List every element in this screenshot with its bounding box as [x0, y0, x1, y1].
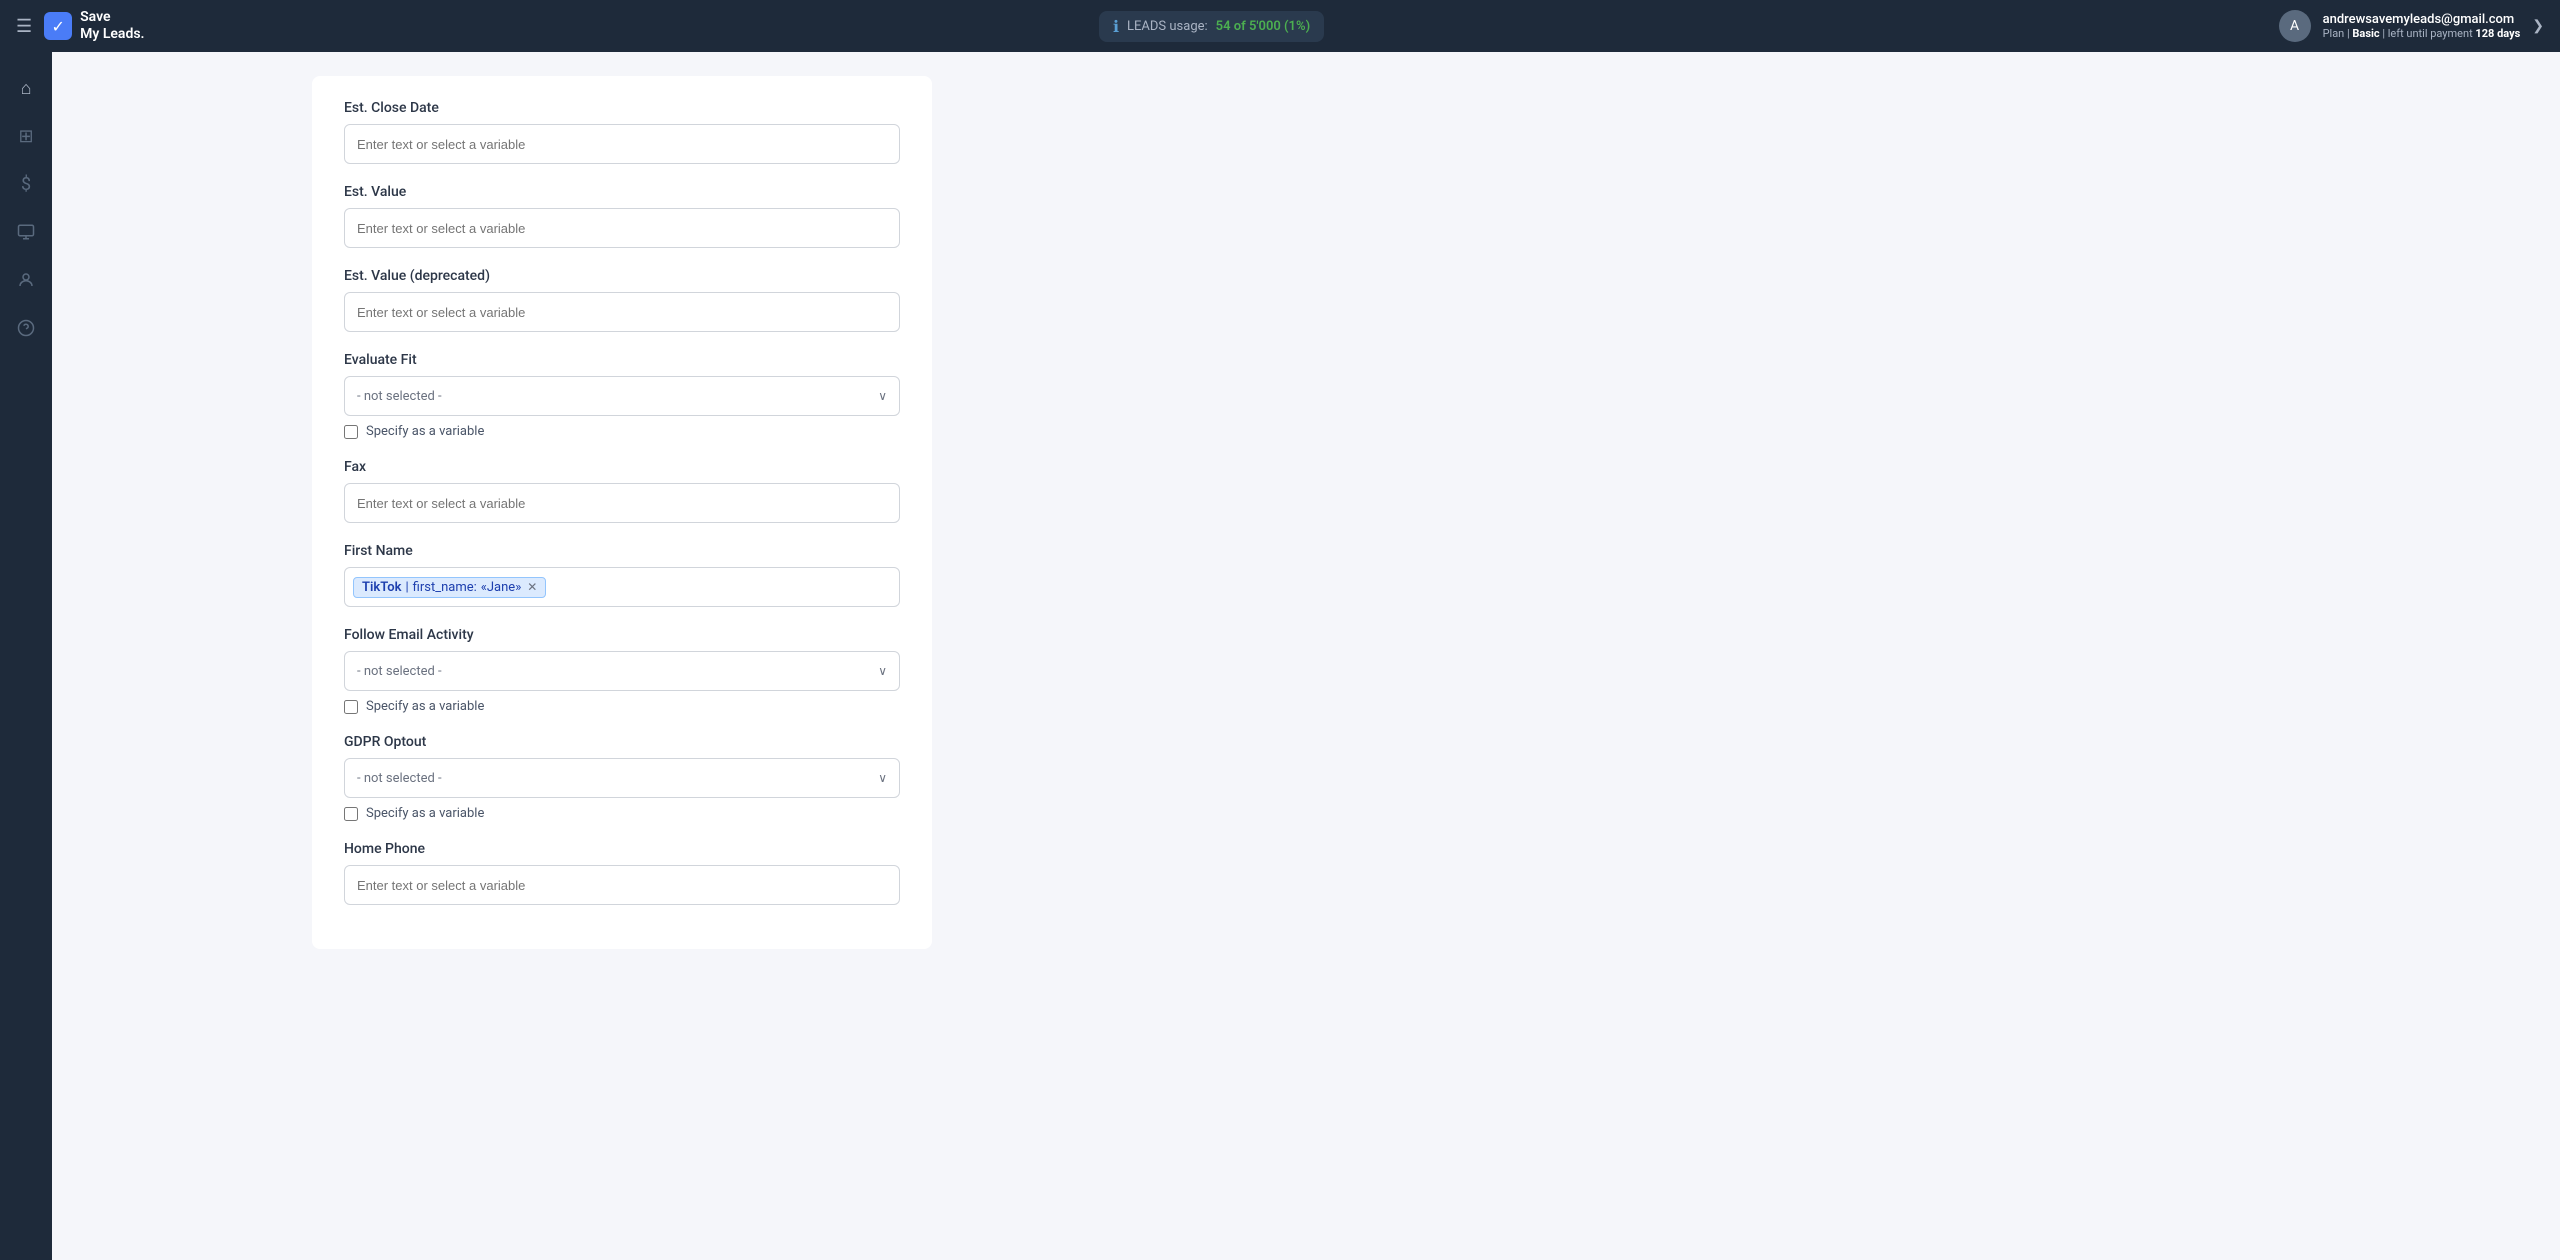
label-est-close-date: Est. Close Date	[344, 100, 900, 116]
navbar-center: ℹ LEADS usage: 54 of 5'000 (1%)	[1099, 11, 1324, 42]
brand-name: Save My Leads.	[80, 9, 144, 43]
label-first-name: First Name	[344, 543, 900, 559]
label-gdpr-optout: GDPR Optout	[344, 734, 900, 750]
sidebar-item-billing[interactable]: $	[6, 164, 46, 204]
leads-usage-label: LEADS usage:	[1127, 19, 1208, 34]
label-follow-email-activity: Follow Email Activity	[344, 627, 900, 643]
select-evaluate-fit[interactable]: - not selected - ∨	[344, 376, 900, 416]
select-evaluate-fit-value: - not selected -	[357, 389, 442, 404]
checkbox-label-gdpr-optout: Specify as a variable	[366, 806, 484, 821]
field-est-value: Est. Value	[344, 184, 900, 248]
navbar: ☰ ✓ Save My Leads. ℹ LEADS usage: 54 of …	[0, 0, 2560, 52]
brand-check-icon: ✓	[44, 12, 72, 40]
checkbox-label-evaluate-fit: Specify as a variable	[366, 424, 484, 439]
field-home-phone: Home Phone	[344, 841, 900, 905]
sidebar-item-connections[interactable]: ⊞	[6, 116, 46, 156]
field-est-close-date: Est. Close Date	[344, 100, 900, 164]
checkbox-row-follow-email-activity: Specify as a variable	[344, 699, 900, 714]
navbar-left: ☰ ✓ Save My Leads.	[16, 9, 145, 43]
field-gdpr-optout: GDPR Optout - not selected - ∨ Specify a…	[344, 734, 900, 821]
field-follow-email-activity: Follow Email Activity - not selected - ∨…	[344, 627, 900, 714]
content-area: Est. Close Date Est. Value Est. Value (d…	[52, 52, 2560, 1260]
tag-field-name: first_name:	[413, 580, 477, 595]
sidebar-item-home[interactable]: ⌂	[6, 68, 46, 108]
tag-first-name-tiktok: TikTok | first_name: «Jane» ✕	[353, 577, 546, 598]
form-container: Est. Close Date Est. Value Est. Value (d…	[312, 76, 932, 949]
tag-remove-icon[interactable]: ✕	[527, 580, 537, 594]
input-est-value-deprecated[interactable]	[344, 292, 900, 332]
user-plan: Plan | Basic | left until payment 128 da…	[2323, 27, 2521, 40]
sidebar: ⌂ ⊞ $	[0, 52, 52, 1260]
leads-usage-count: 54 of 5'000 (1%)	[1216, 19, 1310, 34]
info-icon: ℹ	[1113, 17, 1119, 36]
select-gdpr-optout-chevron-icon: ∨	[878, 771, 887, 785]
checkbox-label-follow-email-activity: Specify as a variable	[366, 699, 484, 714]
user-info: andrewsavemyleads@gmail.com Plan | Basic…	[2323, 12, 2521, 40]
tag-source-label: TikTok	[362, 580, 401, 595]
input-home-phone[interactable]	[344, 865, 900, 905]
sidebar-item-account[interactable]	[6, 260, 46, 300]
select-follow-email-activity[interactable]: - not selected - ∨	[344, 651, 900, 691]
user-avatar: A	[2279, 10, 2311, 42]
tag-input-first-name[interactable]: TikTok | first_name: «Jane» ✕	[344, 567, 900, 607]
field-est-value-deprecated: Est. Value (deprecated)	[344, 268, 900, 332]
field-fax: Fax	[344, 459, 900, 523]
select-gdpr-optout[interactable]: - not selected - ∨	[344, 758, 900, 798]
select-evaluate-fit-chevron-icon: ∨	[878, 389, 887, 403]
sidebar-item-help[interactable]	[6, 308, 46, 348]
input-fax[interactable]	[344, 483, 900, 523]
input-est-value[interactable]	[344, 208, 900, 248]
checkbox-gdpr-optout-variable[interactable]	[344, 807, 358, 821]
tag-field-label: |	[405, 580, 408, 595]
checkbox-evaluate-fit-variable[interactable]	[344, 425, 358, 439]
checkbox-row-gdpr-optout: Specify as a variable	[344, 806, 900, 821]
leads-usage-box: ℹ LEADS usage: 54 of 5'000 (1%)	[1099, 11, 1324, 42]
select-gdpr-optout-value: - not selected -	[357, 771, 442, 786]
label-est-value: Est. Value	[344, 184, 900, 200]
navbar-right: A andrewsavemyleads@gmail.com Plan | Bas…	[2279, 10, 2544, 42]
checkbox-follow-email-activity-variable[interactable]	[344, 700, 358, 714]
brand-logo: ✓ Save My Leads.	[44, 9, 144, 43]
label-evaluate-fit: Evaluate Fit	[344, 352, 900, 368]
select-follow-email-activity-chevron-icon: ∨	[878, 664, 887, 678]
user-email: andrewsavemyleads@gmail.com	[2323, 12, 2521, 27]
sidebar-item-integrations[interactable]	[6, 212, 46, 252]
select-follow-email-activity-value: - not selected -	[357, 664, 442, 679]
field-first-name: First Name TikTok | first_name: «Jane» ✕	[344, 543, 900, 607]
tag-field-value: «Jane»	[481, 580, 522, 595]
input-est-close-date[interactable]	[344, 124, 900, 164]
checkbox-row-evaluate-fit: Specify as a variable	[344, 424, 900, 439]
field-evaluate-fit: Evaluate Fit - not selected - ∨ Specify …	[344, 352, 900, 439]
label-est-value-deprecated: Est. Value (deprecated)	[344, 268, 900, 284]
label-home-phone: Home Phone	[344, 841, 900, 857]
user-menu-chevron-icon[interactable]: ❯	[2532, 18, 2544, 34]
hamburger-menu-icon[interactable]: ☰	[16, 16, 32, 37]
main-layout: ⌂ ⊞ $ Est. Close Date	[0, 52, 2560, 1260]
label-fax: Fax	[344, 459, 900, 475]
